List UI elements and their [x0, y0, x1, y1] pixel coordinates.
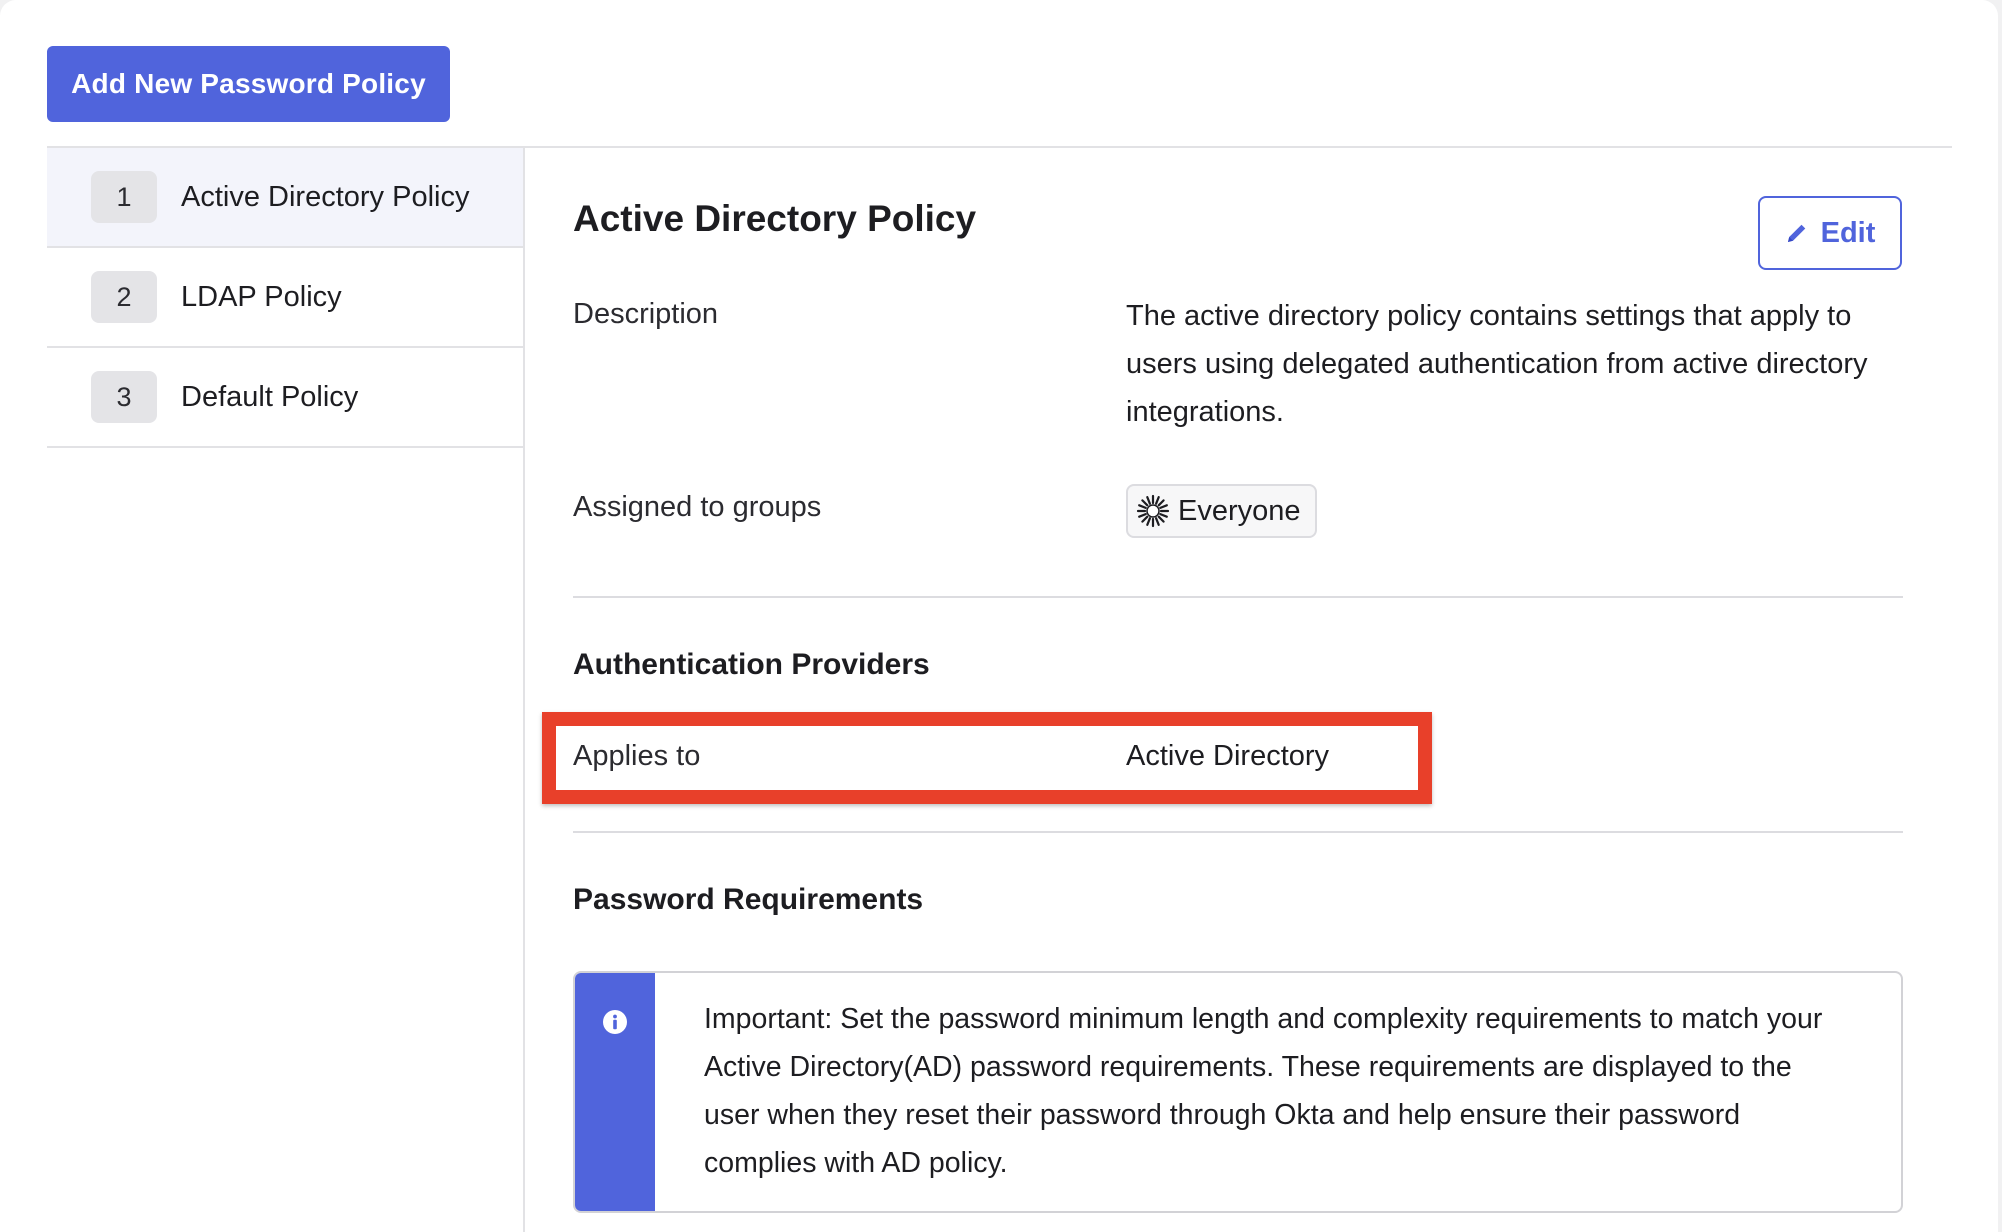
pencil-icon [1787, 224, 1805, 242]
annotation-highlight-box [542, 712, 1432, 804]
section-divider [573, 831, 1903, 833]
info-icon [603, 1010, 627, 1034]
info-callout: Important: Set the password minimum leng… [573, 971, 1903, 1213]
policy-item-label: Active Directory Policy [181, 180, 470, 213]
policy-priority-badge: 1 [91, 171, 157, 223]
assigned-groups-label: Assigned to groups [573, 491, 822, 523]
sunburst-group-icon [1136, 494, 1170, 528]
password-requirements-title: Password Requirements [573, 883, 924, 916]
policy-item-default[interactable]: 3 Default Policy [47, 348, 523, 448]
add-new-password-policy-button[interactable]: Add New Password Policy [47, 46, 450, 122]
edit-button[interactable]: Edit [1758, 196, 1902, 270]
description-label: Description [573, 298, 719, 330]
description-value: The active directory policy contains set… [1126, 300, 1868, 428]
callout-message: Important: Set the password minimum leng… [704, 1003, 1823, 1179]
policy-priority-badge: 2 [91, 271, 157, 323]
group-chip-label: Everyone [1178, 494, 1301, 527]
policy-list: 1 Active Directory Policy 2 LDAP Policy … [47, 148, 525, 1232]
edit-button-label: Edit [1820, 216, 1876, 249]
authentication-providers-title: Authentication Providers [573, 648, 930, 681]
policy-item-label: LDAP Policy [181, 280, 342, 313]
policy-panel: Add New Password Policy 1 Active Directo… [0, 0, 1998, 1232]
section-divider [573, 596, 1903, 598]
policy-item-ldap[interactable]: 2 LDAP Policy [47, 248, 523, 348]
policy-item-label: Default Policy [181, 380, 359, 413]
policy-detail-title: Active Directory Policy [573, 198, 977, 239]
group-chip-everyone[interactable]: Everyone [1126, 484, 1317, 538]
callout-accent-bar [575, 973, 655, 1211]
policy-priority-badge: 3 [91, 371, 157, 423]
policy-item-active-directory[interactable]: 1 Active Directory Policy [47, 148, 523, 248]
